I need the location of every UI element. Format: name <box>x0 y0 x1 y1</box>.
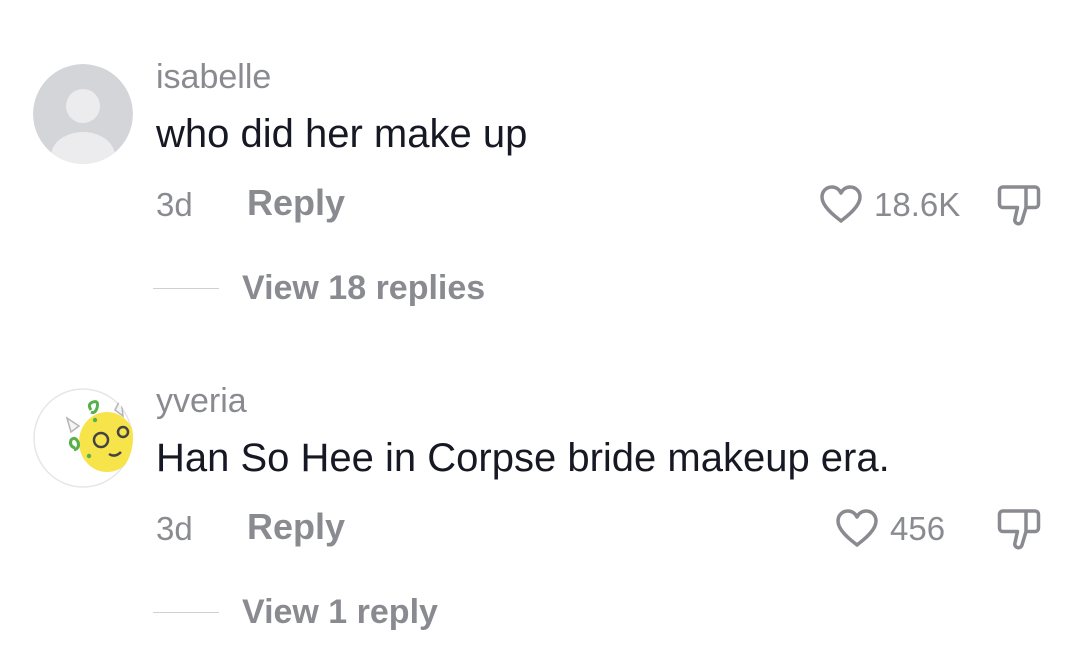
comment-text: who did her make up <box>156 112 528 156</box>
comment-username[interactable]: yveria <box>156 384 247 418</box>
thread-divider <box>153 612 219 613</box>
comment-timestamp: 3d <box>156 186 193 223</box>
comment-timestamp: 3d <box>156 510 193 547</box>
reply-button[interactable]: Reply <box>247 185 345 221</box>
heart-icon[interactable] <box>818 183 864 225</box>
comment-username[interactable]: isabelle <box>156 60 271 94</box>
thread-divider <box>153 288 219 289</box>
comment-text: Han So Hee in Corpse bride makeup era. <box>156 436 890 480</box>
default-avatar-icon <box>33 64 133 164</box>
avatar[interactable] <box>33 388 133 488</box>
like-count: 456 <box>890 510 946 547</box>
reply-button[interactable]: Reply <box>247 509 345 545</box>
thumbs-down-icon[interactable] <box>996 182 1042 228</box>
heart-icon[interactable] <box>834 507 880 549</box>
yellow-cartoon-avatar <box>33 388 133 488</box>
view-replies-button[interactable]: View 1 reply <box>242 595 438 629</box>
avatar[interactable] <box>33 64 133 164</box>
view-replies-button[interactable]: View 18 replies <box>242 271 485 305</box>
thumbs-down-icon[interactable] <box>996 506 1042 552</box>
like-count: 18.6K <box>874 186 961 223</box>
